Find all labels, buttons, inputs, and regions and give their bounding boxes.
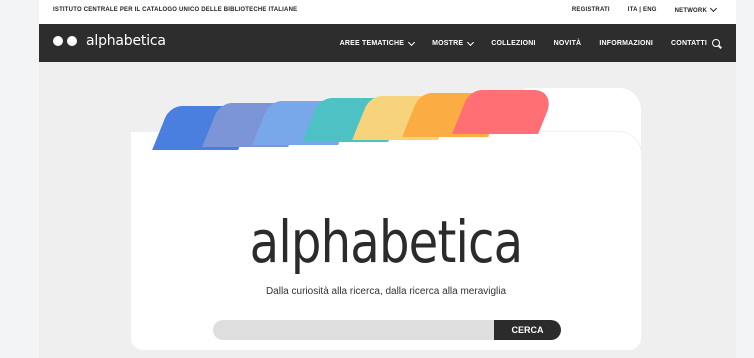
top-bar: ISTITUTO CENTRALE PER IL CATALOGO UNICO … xyxy=(39,0,736,22)
search-icon[interactable] xyxy=(712,39,720,47)
chevron-down-icon xyxy=(709,4,718,13)
nav-label: NOVITÀ xyxy=(553,39,582,47)
network-label: NETWORK xyxy=(674,8,707,14)
nav-label: COLLEZIONI xyxy=(491,39,536,47)
hero-section: alphabetica Dalla curiosità alla ricerca… xyxy=(39,62,736,358)
hero-title: alphabetica xyxy=(249,208,524,276)
logo[interactable]: alphabetica xyxy=(53,33,166,49)
nav-item-informazioni[interactable]: INFORMAZIONI xyxy=(599,39,653,47)
network-dropdown[interactable]: NETWORK xyxy=(674,4,718,14)
nav-label: MOSTRE xyxy=(432,39,464,47)
page: ISTITUTO CENTRALE PER IL CATALOGO UNICO … xyxy=(39,0,736,358)
logo-text: alphabetica xyxy=(86,33,166,49)
nav-label: CONTATTI xyxy=(671,39,707,47)
nav-label: INFORMAZIONI xyxy=(599,39,654,47)
logo-dot-icon xyxy=(67,36,77,46)
nav-item-contatti[interactable]: CONTATTI xyxy=(671,39,720,47)
nav-item-aree-tematiche[interactable]: AREE TEMATICHE xyxy=(339,38,416,47)
chevron-down-icon xyxy=(467,38,475,46)
register-link[interactable]: REGISTRATI xyxy=(572,7,610,14)
nav-item-collezioni[interactable]: COLLEZIONI xyxy=(491,39,535,47)
nav-item-novita[interactable]: NOVITÀ xyxy=(554,39,582,47)
logo-dot-icon xyxy=(53,36,63,46)
nav-item-mostre[interactable]: MOSTRE xyxy=(432,38,475,47)
folder-card: alphabetica Dalla curiosità alla ricerca… xyxy=(131,88,641,350)
search-card: alphabetica Dalla curiosità alla ricerca… xyxy=(131,132,641,350)
search-bar: CERCA xyxy=(213,320,561,340)
hero-tagline: Dalla curiosità alla ricerca, dalla rice… xyxy=(265,286,507,297)
top-bar-links: REGISTRATI ITA | ENG NETWORK xyxy=(572,4,718,14)
institute-name: ISTITUTO CENTRALE PER IL CATALOGO UNICO … xyxy=(53,7,298,13)
color-tab xyxy=(452,90,556,135)
language-switch[interactable]: ITA | ENG xyxy=(628,7,657,14)
search-input[interactable] xyxy=(213,320,513,340)
main-navbar: alphabetica AREE TEMATICHE MOSTRE COLLEZ… xyxy=(39,24,736,62)
chevron-down-icon xyxy=(408,38,416,46)
search-button[interactable]: CERCA xyxy=(494,320,561,340)
nav-menu: AREE TEMATICHE MOSTRE COLLEZIONI NOVITÀ … xyxy=(339,38,720,47)
nav-label: AREE TEMATICHE xyxy=(339,39,405,47)
